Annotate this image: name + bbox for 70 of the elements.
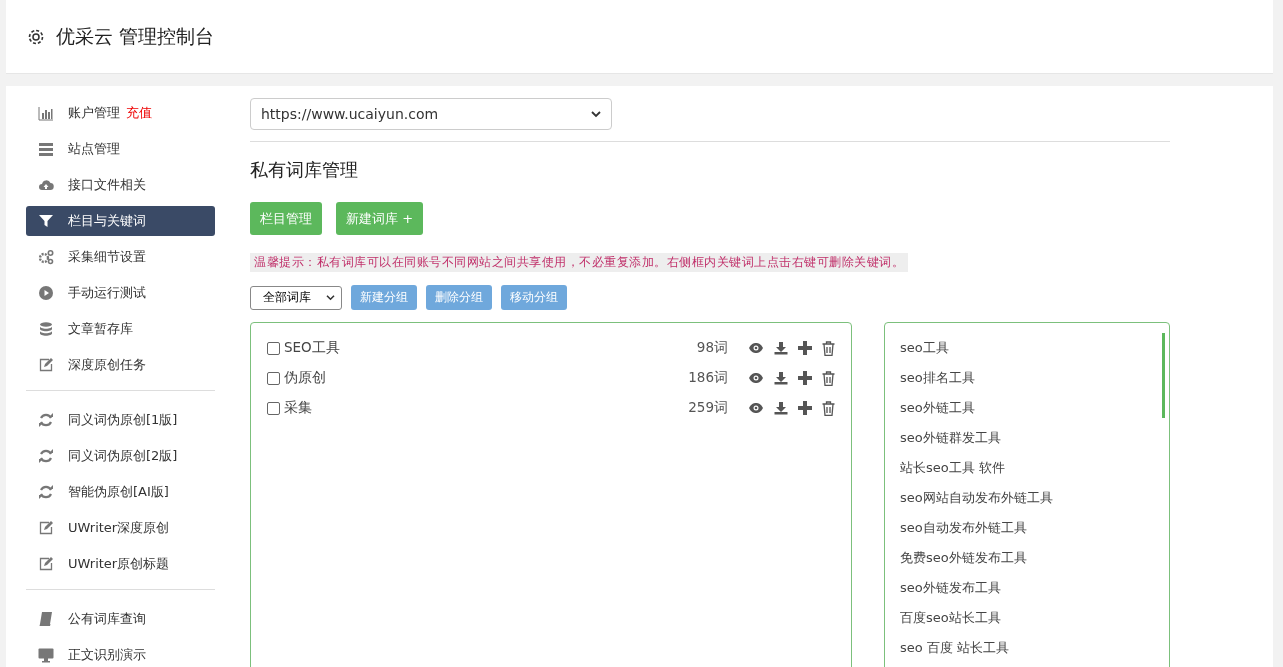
sidebar-item[interactable]: 手动运行测试 (26, 278, 215, 308)
sidebar-item[interactable]: 账户管理 充值 (26, 98, 215, 128)
eye-icon[interactable] (748, 342, 764, 354)
download-icon[interactable] (774, 341, 788, 355)
section-title: 私有词库管理 (250, 158, 359, 182)
eye-icon[interactable] (748, 372, 764, 384)
database-icon (38, 321, 54, 337)
sidebar-item[interactable]: 公有词库查询 (26, 604, 215, 634)
group-select[interactable]: 全部词库 (250, 285, 342, 310)
download-icon[interactable] (774, 401, 788, 415)
refresh-icon (38, 484, 54, 500)
sidebar-item[interactable]: 站点管理 (26, 134, 215, 164)
checkbox[interactable] (267, 401, 280, 415)
filter-icon (38, 213, 54, 229)
sidebar-item[interactable]: 同义词伪原创[1版] (26, 405, 215, 435)
cloud-upload-icon (38, 177, 54, 193)
refresh-icon (38, 412, 54, 428)
library-name[interactable]: 采集 (284, 399, 689, 417)
word-count: 259词 (688, 399, 728, 417)
eye-icon[interactable] (748, 402, 764, 414)
sidebar-item[interactable]: 正文识别演示 (26, 640, 215, 667)
keyword-item[interactable]: seo网站自动发布外链工具 (900, 483, 1154, 513)
keyword-item[interactable]: seo 百度 站长工具 (900, 633, 1154, 663)
sidebar-item[interactable]: 接口文件相关 (26, 170, 215, 200)
keyword-item[interactable]: seo外链发布工具 (900, 573, 1154, 603)
plus-icon[interactable] (798, 401, 812, 415)
keyword-item[interactable]: seo自动发布外链工具 (900, 513, 1154, 543)
keyword-item[interactable]: seo外链工具 (900, 393, 1154, 423)
trash-icon[interactable] (822, 400, 835, 416)
app-title: 优采云 管理控制台 (56, 23, 215, 49)
keyword-item[interactable]: seo外链群发工具 (900, 423, 1154, 453)
site-select[interactable]: https://www.ucaiyun.com (250, 98, 612, 130)
edit-icon (38, 520, 54, 536)
sidebar-item[interactable]: 智能伪原创[AI版] (26, 477, 215, 507)
sidebar-item[interactable]: 同义词伪原创[2版] (26, 441, 215, 471)
tip-text: 温馨提示：私有词库可以在同账号不同网站之间共享使用，不必重复添加。右侧框内关键词上点击右键可删除关键词。 (250, 253, 908, 272)
download-icon[interactable] (774, 371, 788, 385)
checkbox[interactable] (267, 371, 280, 385)
sidebar-item[interactable]: 采集细节设置 (26, 242, 215, 272)
library-name[interactable]: SEO工具 (284, 339, 697, 357)
keyword-item[interactable]: seo排名工具 (900, 363, 1154, 393)
sidebar-item[interactable]: UWriter原创标题 (26, 549, 215, 579)
chevron-down-icon (326, 294, 335, 301)
recharge-link[interactable]: 充值 (126, 104, 152, 122)
trash-icon[interactable] (822, 370, 835, 386)
book-icon (38, 611, 54, 627)
sidebar-item[interactable]: 深度原创任务 (26, 350, 215, 380)
keyword-item[interactable]: 百度seo站长工具 (900, 603, 1154, 633)
word-count: 186词 (688, 369, 728, 387)
sidebar-item[interactable]: 栏目与关键词 (26, 206, 215, 236)
keyword-item[interactable]: 免费seo外链发布工具 (900, 543, 1154, 573)
server-icon (38, 141, 54, 157)
keyword-item[interactable]: 站长seo工具 软件 (900, 453, 1154, 483)
library-name[interactable]: 伪原创 (284, 369, 689, 387)
checkbox[interactable] (267, 341, 280, 355)
edit-icon (38, 556, 54, 572)
chevron-down-icon (591, 110, 601, 118)
scrollbar[interactable] (1162, 333, 1165, 418)
plus-icon[interactable] (798, 341, 812, 355)
trash-icon[interactable] (822, 340, 835, 356)
sidebar-item[interactable]: UWriter深度原创 (26, 513, 215, 543)
play-icon (38, 285, 54, 301)
sidebar-item[interactable]: 文章暂存库 (26, 314, 215, 344)
refresh-icon (38, 448, 54, 464)
bar-chart-icon (38, 105, 54, 121)
edit-icon (38, 357, 54, 373)
keyword-item[interactable]: seo工具 (900, 333, 1154, 363)
word-count: 98词 (696, 339, 728, 357)
monitor-icon (38, 647, 54, 663)
plus-icon[interactable] (798, 371, 812, 385)
